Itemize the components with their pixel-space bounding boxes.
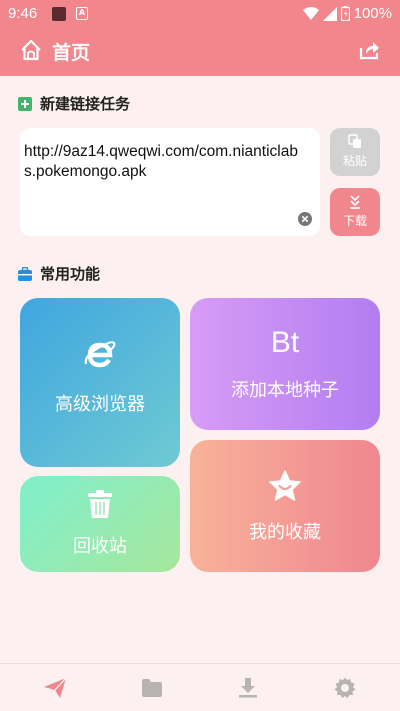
page-title: 首页 bbox=[52, 42, 91, 64]
status-time: 9:46 bbox=[8, 5, 38, 22]
download-label: 下载 bbox=[342, 214, 367, 228]
recycle-bin-label: 回收站 bbox=[73, 536, 127, 557]
paste-button[interactable]: 粘贴 bbox=[330, 128, 380, 176]
add-seed-card[interactable]: Bt 添加本地种子 bbox=[190, 298, 380, 430]
settings-icon[interactable] bbox=[333, 676, 357, 700]
url-input[interactable]: http://9az14.qweqwi.com/com.nianticlabs.… bbox=[20, 128, 320, 236]
download-button[interactable]: 下载 bbox=[330, 188, 380, 236]
paste-icon bbox=[348, 134, 361, 148]
download-tab-icon[interactable] bbox=[236, 676, 260, 700]
bottom-nav bbox=[0, 663, 400, 711]
star-icon bbox=[269, 470, 301, 501]
url-input-text[interactable]: http://9az14.qweqwi.com/com.nianticlabs.… bbox=[24, 142, 300, 182]
new-task-section-header: 新建链接任务 bbox=[18, 93, 130, 114]
title-bar: 首页 bbox=[0, 30, 400, 72]
add-seed-label: 添加本地种子 bbox=[231, 380, 339, 401]
browser-card[interactable]: 高级浏览器 bbox=[20, 298, 180, 467]
status-indicators: 100% bbox=[302, 5, 392, 22]
browser-e-icon bbox=[84, 341, 116, 368]
notification-a-icon: A bbox=[76, 7, 88, 20]
clear-icon[interactable] bbox=[298, 212, 312, 226]
app-header: 9:46 A 100% 首页 bbox=[0, 0, 400, 76]
download-arrow-icon bbox=[350, 195, 360, 209]
notification-icon bbox=[52, 7, 66, 21]
trash-icon bbox=[88, 490, 112, 518]
status-bar: 9:46 A 100% bbox=[0, 0, 400, 28]
wifi-icon bbox=[302, 6, 319, 20]
share-icon[interactable] bbox=[358, 39, 380, 61]
browser-label: 高级浏览器 bbox=[55, 394, 145, 415]
battery-percent: 100% bbox=[353, 5, 392, 22]
favorites-card[interactable]: 我的收藏 bbox=[190, 440, 380, 572]
home-icon[interactable] bbox=[20, 39, 42, 61]
send-icon[interactable] bbox=[43, 676, 67, 700]
paste-label: 粘贴 bbox=[342, 154, 367, 168]
features-heading: 常用功能 bbox=[40, 265, 101, 283]
toolbox-icon bbox=[18, 266, 32, 281]
battery-icon bbox=[340, 6, 350, 21]
recycle-bin-card[interactable]: 回收站 bbox=[20, 476, 180, 572]
new-task-heading: 新建链接任务 bbox=[40, 95, 131, 113]
favorites-label: 我的收藏 bbox=[249, 522, 321, 543]
bt-icon: Bt bbox=[270, 326, 300, 359]
signal-icon bbox=[322, 6, 337, 21]
features-section-header: 常用功能 bbox=[18, 263, 100, 284]
folder-icon[interactable] bbox=[140, 676, 164, 700]
add-square-icon bbox=[18, 96, 32, 111]
